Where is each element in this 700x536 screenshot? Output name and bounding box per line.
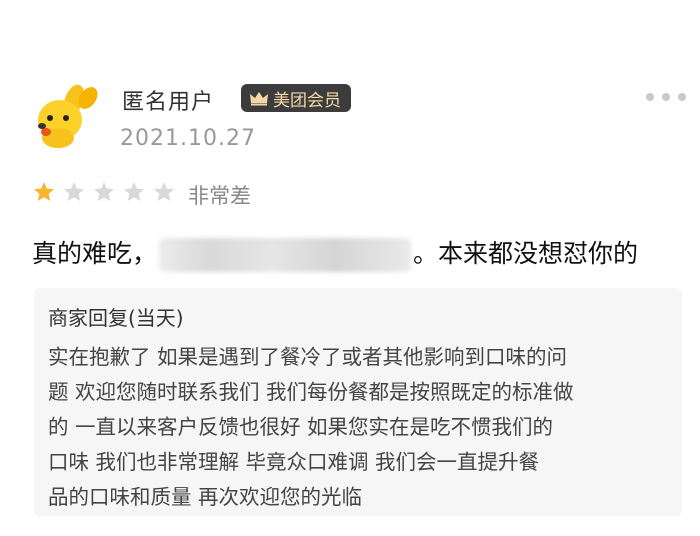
member-badge: 美团会员 [241,84,351,112]
rating-label: 非常差 [188,184,251,208]
redacted-blur [159,238,412,272]
merchant-reply-box: 商家回复(当天) 实在抱歉了 如果是遇到了餐冷了或者其他影响到口味的问 题 欢迎… [34,288,682,516]
star-filled-icon [34,182,54,201]
star-empty-icon [154,182,174,201]
more-dot-icon [646,93,654,101]
star-rating [32,180,176,204]
star-empty-icon [94,182,114,201]
star-empty-icon [64,182,84,201]
review-date: 2021.10.27 [120,126,256,151]
member-badge-label: 美团会员 [273,90,341,111]
crown-icon [250,92,268,106]
more-dot-icon [662,93,670,101]
review-text-start: 真的难吃， [32,239,158,268]
yellow-dog-avatar-icon [38,84,98,148]
more-options-button[interactable] [646,93,686,101]
review-text-end: 。本来都没想怼你的 [413,239,639,268]
star-empty-icon [124,182,144,201]
more-dot-icon [678,93,686,101]
merchant-reply-title: 商家回复(当天) [48,306,184,330]
username: 匿名用户 [122,90,215,115]
merchant-reply-text: 实在抱歉了 如果是遇到了餐冷了或者其他影响到口味的问 题 欢迎您随时联系我们 我… [48,345,574,509]
avatar[interactable] [30,80,102,152]
review-text: 真的难吃， 。本来都没想怼你的 [32,234,638,272]
